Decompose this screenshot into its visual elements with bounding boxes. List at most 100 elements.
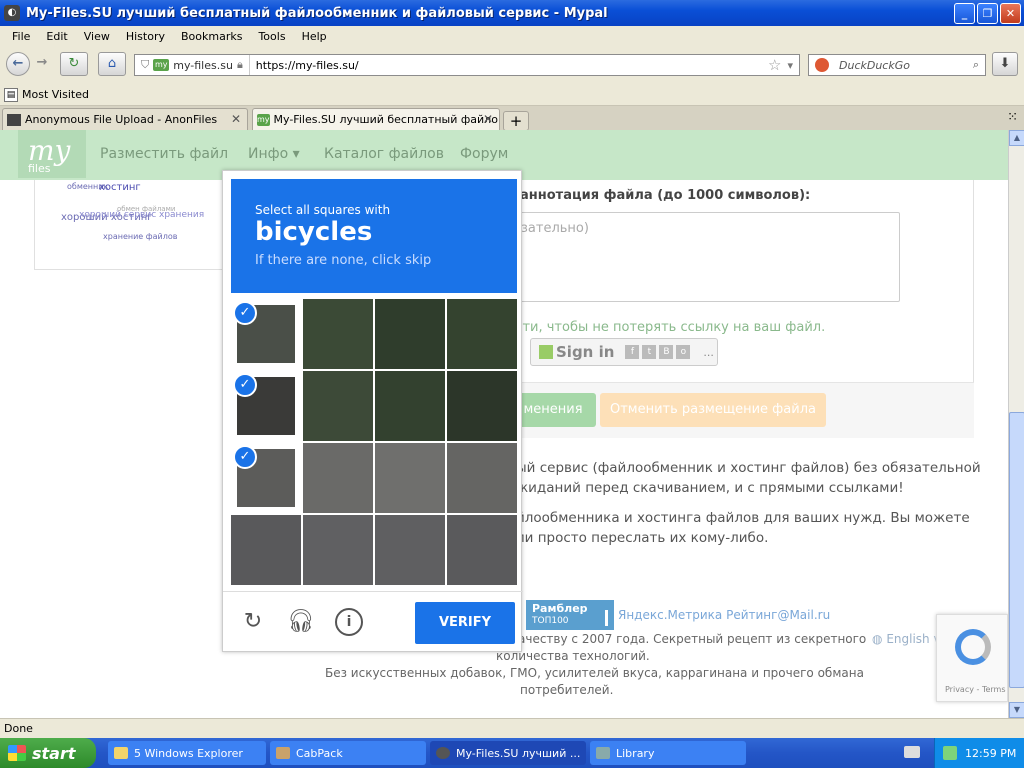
rambler-top100-badge[interactable]: Рамблер ТОП100 bbox=[526, 600, 614, 630]
counters-links[interactable]: Яндекс.Метрика Рейтинг@Mail.ru bbox=[618, 608, 830, 622]
menu-file[interactable]: File bbox=[4, 30, 38, 43]
captcha-tile[interactable]: ✓ bbox=[231, 371, 301, 441]
home-button[interactable]: ⌂ bbox=[98, 52, 126, 76]
task-cabpack[interactable]: CabPack bbox=[270, 741, 426, 765]
bookmark-most-visited[interactable]: Most Visited bbox=[22, 88, 89, 101]
keyboard-icon[interactable] bbox=[904, 746, 920, 758]
tag[interactable]: хранение файлов bbox=[103, 232, 177, 241]
scroll-up-button[interactable]: ▲ bbox=[1009, 130, 1024, 146]
captcha-tile[interactable] bbox=[447, 443, 517, 513]
bookmark-star-icon[interactable]: ☆ bbox=[768, 56, 781, 74]
scroll-thumb[interactable] bbox=[1009, 412, 1024, 688]
site-identity[interactable]: ⛉ my my-files.su 🔒︎ bbox=[135, 55, 250, 75]
verify-button[interactable]: VERIFY bbox=[415, 602, 515, 644]
task-label: 5 Windows Explorer bbox=[134, 746, 243, 760]
search-input[interactable]: DuckDuckGo bbox=[839, 59, 973, 72]
clock[interactable]: 12:59 PM bbox=[965, 747, 1016, 760]
captcha-tile[interactable]: ✓ bbox=[231, 299, 301, 369]
menu-edit[interactable]: Edit bbox=[38, 30, 75, 43]
captcha-tile[interactable] bbox=[375, 371, 445, 441]
page-viewport: my files Разместить файл Инфо ▾ Каталог … bbox=[0, 130, 1008, 718]
signin-label[interactable]: Sign in bbox=[556, 343, 614, 361]
tag[interactable]: хостинг bbox=[99, 182, 141, 193]
captcha-tile[interactable] bbox=[375, 515, 445, 585]
url-bar[interactable]: ⛉ my my-files.su 🔒︎ https://my-files.su/… bbox=[134, 54, 800, 76]
dropdown-chevron-icon[interactable]: ▾ bbox=[787, 59, 793, 72]
tab-my-files[interactable]: my My-Files.SU лучший бесплатный файло..… bbox=[252, 108, 500, 130]
captcha-tile[interactable] bbox=[447, 371, 517, 441]
menu-bookmarks[interactable]: Bookmarks bbox=[173, 30, 250, 43]
vk-icon[interactable]: B bbox=[659, 345, 674, 359]
captcha-tile-image bbox=[447, 443, 517, 513]
download-button[interactable]: ⬇ bbox=[992, 52, 1018, 76]
site-logo[interactable]: my files bbox=[18, 130, 86, 178]
globe-icon: ◍ bbox=[872, 632, 883, 646]
start-label: start bbox=[32, 743, 76, 763]
task-mypal[interactable]: My-Files.SU лучший ... bbox=[430, 741, 586, 765]
captcha-tile[interactable] bbox=[375, 443, 445, 513]
tab-close-icon[interactable]: ✕ bbox=[483, 112, 493, 126]
odnoklassniki-icon[interactable]: o bbox=[676, 345, 691, 359]
captcha-tile[interactable] bbox=[447, 299, 517, 369]
duckduckgo-icon[interactable] bbox=[815, 58, 829, 72]
tab-anonfiles[interactable]: Anonymous File Upload - AnonFiles ✕ bbox=[2, 108, 248, 130]
network-icon[interactable] bbox=[943, 746, 957, 760]
captcha-tile-image bbox=[447, 299, 517, 369]
captcha-tile[interactable]: ✓ bbox=[231, 443, 301, 513]
close-button[interactable]: ✕ bbox=[1000, 3, 1021, 24]
captcha-footer: ↻ 🎧︎ i VERIFY bbox=[223, 591, 523, 653]
facebook-icon[interactable]: f bbox=[625, 345, 640, 359]
recaptcha-privacy-terms[interactable]: Privacy - Terms bbox=[945, 685, 1006, 694]
tab-close-icon[interactable]: ✕ bbox=[231, 112, 241, 126]
menu-help[interactable]: Help bbox=[294, 30, 335, 43]
cancel-upload-button[interactable]: Отменить размещение файла bbox=[600, 393, 826, 427]
captcha-tile[interactable] bbox=[303, 299, 373, 369]
more-providers[interactable]: ... bbox=[703, 346, 714, 359]
nav-upload-file[interactable]: Разместить файл bbox=[100, 146, 228, 162]
captcha-tile[interactable] bbox=[303, 515, 373, 585]
twitter-icon[interactable]: t bbox=[642, 345, 657, 359]
menu-view[interactable]: View bbox=[76, 30, 118, 43]
captcha-tile[interactable] bbox=[303, 443, 373, 513]
tab-list-icon[interactable]: ⁙ bbox=[1007, 110, 1018, 125]
nav-info[interactable]: Инфо ▾ bbox=[248, 146, 300, 162]
info-icon[interactable]: i bbox=[335, 608, 363, 636]
footer-text: потребителей. bbox=[520, 683, 614, 697]
status-bar: Done bbox=[0, 718, 1024, 738]
start-button[interactable]: start bbox=[0, 738, 96, 768]
signin-widget[interactable]: Sign in f t B o ... bbox=[530, 338, 718, 366]
nav-forum[interactable]: Форум bbox=[460, 146, 508, 162]
login-hint: йти, чтобы не потерять ссылку на ваш фай… bbox=[514, 320, 826, 335]
captcha-tile[interactable] bbox=[231, 515, 301, 585]
reload-button[interactable]: ↻ bbox=[60, 52, 88, 76]
search-icon[interactable]: ⌕ bbox=[973, 58, 979, 72]
maximize-button[interactable]: ❐ bbox=[977, 3, 998, 24]
tag[interactable]: обмен файлами bbox=[117, 205, 175, 213]
task-label: Library bbox=[616, 746, 655, 760]
annotation-textarea[interactable]: зательно) bbox=[510, 212, 900, 302]
rambler-name: Рамблер bbox=[532, 602, 588, 615]
captcha-tile[interactable] bbox=[303, 371, 373, 441]
headphones-icon[interactable]: 🎧︎ bbox=[287, 608, 315, 636]
reload-icon[interactable]: ↻ bbox=[239, 608, 267, 636]
menu-tools[interactable]: Tools bbox=[250, 30, 293, 43]
task-windows-explorer[interactable]: 5 Windows Explorer bbox=[108, 741, 266, 765]
recaptcha-badge[interactable]: Privacy - Terms bbox=[936, 614, 1008, 702]
minimize-button[interactable]: _ bbox=[954, 3, 975, 24]
url-text[interactable]: https://my-files.su/ bbox=[250, 59, 768, 72]
back-button[interactable]: ← bbox=[6, 52, 30, 76]
description-text: жиданий перед скачиванием, и с прямыми с… bbox=[516, 480, 904, 496]
menu-history[interactable]: History bbox=[118, 30, 173, 43]
new-tab-button[interactable]: + bbox=[503, 111, 529, 131]
vertical-scrollbar[interactable]: ▲ ▼ bbox=[1008, 130, 1024, 718]
forward-button[interactable]: → bbox=[32, 52, 52, 76]
scroll-down-button[interactable]: ▼ bbox=[1009, 702, 1024, 718]
search-bar[interactable]: DuckDuckGo ⌕ bbox=[808, 54, 986, 76]
captcha-tile-image bbox=[303, 371, 373, 441]
footer-text: Без искусственных добавок, ГМО, усилител… bbox=[325, 666, 864, 680]
nav-catalog[interactable]: Каталог файлов bbox=[324, 146, 444, 162]
task-library[interactable]: Library bbox=[590, 741, 746, 765]
confirm-changes-button[interactable]: менения bbox=[510, 393, 596, 427]
captcha-tile[interactable] bbox=[375, 299, 445, 369]
captcha-tile[interactable] bbox=[447, 515, 517, 585]
